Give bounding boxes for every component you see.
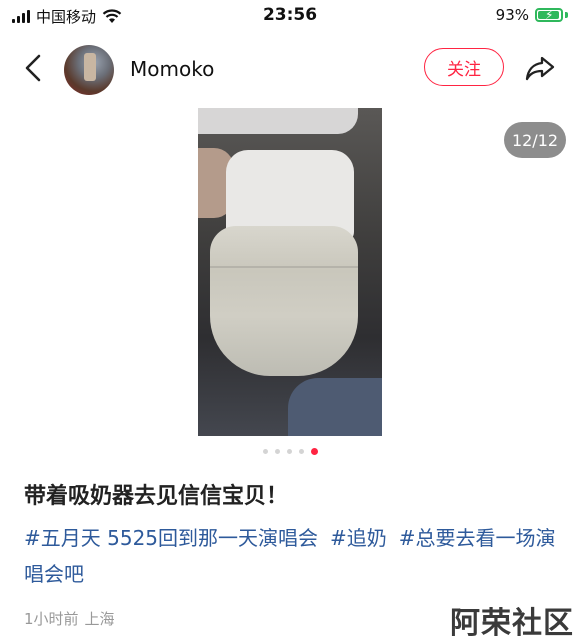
username[interactable]: Momoko [130, 57, 214, 81]
post-tags: #五月天 5525回到那一天演唱会 #追奶 #总要去看一场演唱会吧 [24, 520, 564, 592]
post-photo[interactable] [198, 108, 382, 436]
carousel-dots [0, 448, 580, 455]
page-counter: 12/12 [504, 122, 566, 158]
post-header: Momoko 关注 [0, 36, 580, 102]
post-meta: 1小时前 上海 [24, 608, 121, 629]
avatar[interactable] [64, 45, 114, 95]
battery-cap [565, 12, 568, 18]
status-right: 93% ⚡ [496, 6, 568, 24]
watermark: 阿荣社区 [450, 606, 574, 641]
hashtag-link[interactable]: #追奶 [330, 526, 387, 550]
carousel-dot [274, 449, 280, 454]
battery-percent: 93% [495, 6, 529, 24]
carousel-dot-active [310, 448, 318, 455]
post-location: 上海 [84, 610, 115, 628]
battery-charging-icon: ⚡ [535, 8, 563, 22]
back-icon[interactable] [18, 50, 50, 86]
carousel-dot [298, 449, 304, 454]
share-icon[interactable] [522, 50, 558, 86]
follow-button[interactable]: 关注 [424, 48, 504, 86]
image-carousel[interactable] [0, 108, 580, 438]
carousel-dot [286, 449, 292, 454]
post-title: 带着吸奶器去见信信宝贝！ [24, 484, 289, 509]
post-time: 1小时前 [24, 610, 79, 628]
hashtag-link[interactable]: #五月天 5525回到那一天演唱会 [24, 526, 318, 550]
status-time: 23:56 [262, 5, 318, 25]
status-bar: 中国移动 23:56 93% ⚡ [0, 0, 580, 30]
carousel-dot [262, 449, 268, 454]
